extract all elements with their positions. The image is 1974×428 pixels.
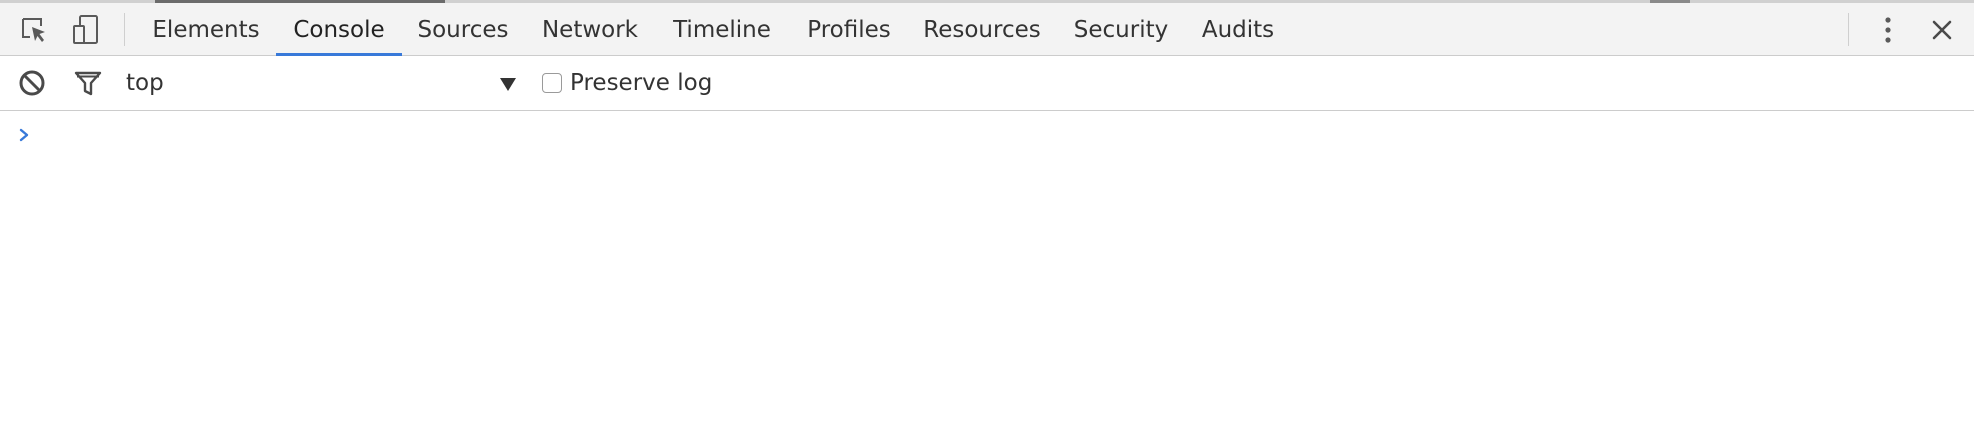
preserve-log-checkbox[interactable] xyxy=(542,73,562,93)
console-filter-bar: top Preserve log xyxy=(0,56,1974,111)
filter-icon[interactable] xyxy=(70,56,106,110)
prompt-chevron-icon xyxy=(16,123,32,147)
preserve-log-toggle[interactable]: Preserve log xyxy=(542,56,712,110)
console-prompt-input[interactable] xyxy=(40,121,1940,149)
toolbar-separator xyxy=(1848,13,1849,46)
device-mode-icon[interactable] xyxy=(66,3,106,56)
preserve-log-label: Preserve log xyxy=(570,70,713,96)
tab-sources[interactable]: Sources xyxy=(406,3,520,56)
tab-profiles[interactable]: Profiles xyxy=(796,3,902,56)
console-messages-area xyxy=(0,111,1974,428)
tab-resources[interactable]: Resources xyxy=(916,3,1048,56)
devtools-tab-bar: Elements Console Sources Network Timelin… xyxy=(0,3,1974,56)
execution-context-select[interactable]: top xyxy=(122,56,522,110)
tab-console[interactable]: Console xyxy=(276,3,402,56)
more-menu-icon[interactable] xyxy=(1870,3,1906,56)
tab-elements[interactable]: Elements xyxy=(140,3,272,56)
tab-audits[interactable]: Audits xyxy=(1190,3,1286,56)
dropdown-arrow-icon xyxy=(500,78,516,91)
tab-security[interactable]: Security xyxy=(1064,3,1178,56)
execution-context-value: top xyxy=(126,70,164,96)
toolbar-separator xyxy=(124,13,125,46)
clear-console-icon[interactable] xyxy=(14,56,50,110)
close-icon[interactable] xyxy=(1924,3,1960,56)
tab-network[interactable]: Network xyxy=(530,3,650,56)
inspect-element-icon[interactable] xyxy=(14,3,54,56)
tab-timeline[interactable]: Timeline xyxy=(662,3,782,56)
